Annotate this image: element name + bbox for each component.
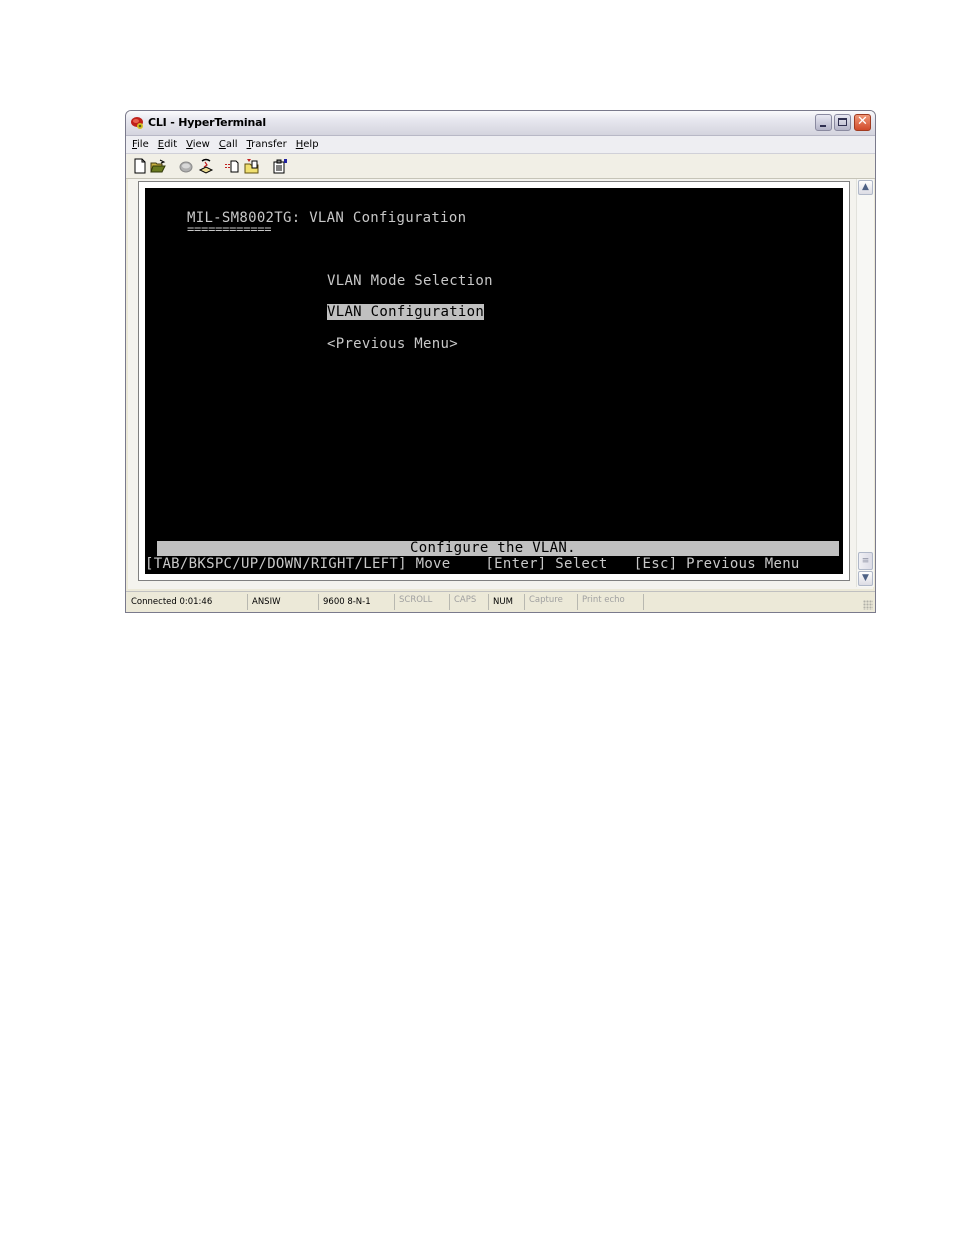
terminal-status-message: Configure the VLAN.: [410, 540, 576, 556]
disconnect-icon[interactable]: [198, 158, 214, 174]
terminal-status-bar: Configure the VLAN.: [157, 541, 839, 556]
status-num: NUM: [489, 594, 525, 610]
terminal-frame: MIL-SM8002TG: VLAN Configuration =======…: [138, 181, 850, 581]
hyperterminal-window: CLI - HyperTerminal ✕ File Edit View Cal…: [125, 110, 876, 613]
scroll-thumb[interactable]: ≡: [858, 552, 873, 570]
send-icon[interactable]: [224, 158, 240, 174]
minimize-icon: [820, 125, 826, 127]
status-scroll: SCROLL: [395, 594, 450, 610]
connect-icon[interactable]: [178, 158, 194, 174]
status-port-settings: 9600 8-N-1: [319, 594, 395, 610]
menu-call[interactable]: Call: [219, 139, 238, 150]
title-bar[interactable]: CLI - HyperTerminal ✕: [126, 111, 875, 136]
menu-option-vlan-mode-selection[interactable]: VLAN Mode Selection: [327, 273, 493, 289]
menu-bar: File Edit View Call Transfer Help: [126, 136, 875, 154]
chevron-up-icon: ▲: [862, 182, 869, 192]
hyperterminal-phone-icon: [131, 117, 143, 129]
status-connected-time: Connected 0:01:46: [126, 594, 248, 610]
status-print-echo: Print echo: [578, 594, 644, 610]
close-icon: ✕: [857, 114, 868, 129]
status-capture: Capture: [525, 594, 578, 610]
terminal-client-area: MIL-SM8002TG: VLAN Configuration =======…: [128, 179, 874, 589]
terminal-help-line: [TAB/BKSPC/UP/DOWN/RIGHT/LEFT] Move [Ent…: [145, 556, 800, 572]
close-button[interactable]: ✕: [854, 114, 871, 131]
maximize-button[interactable]: [834, 114, 851, 131]
menu-edit[interactable]: Edit: [158, 139, 177, 150]
properties-icon[interactable]: [272, 158, 288, 174]
resize-grip-icon[interactable]: [863, 600, 873, 610]
menu-transfer[interactable]: Transfer: [247, 139, 287, 150]
menu-option-vlan-configuration[interactable]: VLAN Configuration: [327, 304, 485, 320]
menu-view[interactable]: View: [186, 139, 210, 150]
window-title: CLI - HyperTerminal: [148, 116, 266, 129]
new-icon[interactable]: [132, 158, 148, 174]
receive-icon[interactable]: [244, 158, 260, 174]
status-caps: CAPS: [450, 594, 489, 610]
terminal-screen[interactable]: MIL-SM8002TG: VLAN Configuration =======…: [145, 188, 843, 574]
terminal-header-underline: ============: [187, 222, 272, 236]
scroll-down-button[interactable]: ▼: [858, 571, 873, 586]
status-emulation: ANSIW: [248, 594, 319, 610]
grip-lines-icon: ≡: [861, 556, 870, 566]
menu-help[interactable]: Help: [296, 139, 319, 150]
minimize-button[interactable]: [815, 114, 832, 131]
status-bar: Connected 0:01:46 ANSIW 9600 8-N-1 SCROL…: [126, 591, 875, 612]
menu-option-previous-menu[interactable]: <Previous Menu>: [327, 336, 458, 352]
menu-file[interactable]: File: [132, 139, 149, 150]
vertical-scrollbar[interactable]: ▲ ≡ ▼: [856, 179, 874, 587]
maximize-icon: [838, 118, 847, 126]
toolbar: [126, 154, 875, 179]
scroll-up-button[interactable]: ▲: [858, 180, 873, 195]
chevron-down-icon: ▼: [862, 573, 869, 583]
open-icon[interactable]: [150, 158, 166, 174]
